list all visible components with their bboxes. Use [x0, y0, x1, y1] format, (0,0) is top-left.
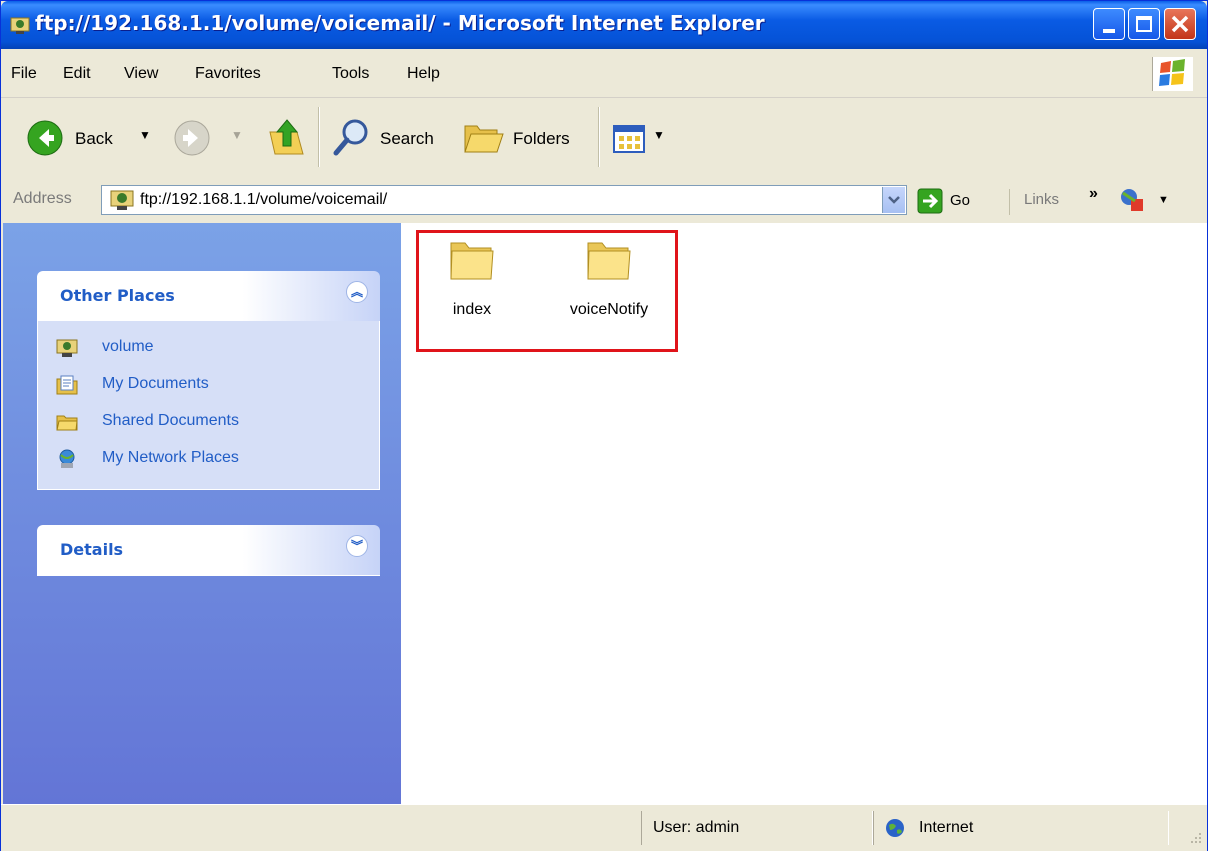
views-dropdown-icon[interactable]: ▼ [653, 128, 665, 142]
chevron-down-icon [888, 196, 900, 204]
toolbar: Back ▼ ▼ Search Folders ▼ [1, 98, 1207, 183]
minimize-icon [1103, 29, 1115, 33]
folder-label[interactable]: voiceNotify [549, 301, 669, 319]
close-button[interactable] [1164, 8, 1196, 40]
back-arrow-icon[interactable] [27, 120, 63, 156]
folder-icon [56, 415, 78, 431]
back-dropdown-icon[interactable]: ▼ [139, 128, 151, 142]
messenger-dropdown-icon[interactable]: ▼ [1158, 194, 1169, 206]
collapse-chevron-icon[interactable]: ︽ [346, 281, 368, 303]
search-button-label[interactable]: Search [380, 129, 434, 149]
internet-globe-icon [886, 819, 904, 837]
close-icon [1171, 15, 1189, 33]
menu-view[interactable]: View [124, 65, 158, 83]
forward-dropdown-icon[interactable]: ▼ [231, 128, 243, 142]
details-header[interactable]: Details ︾ [37, 525, 380, 576]
task-pane: Other Places ︽ volume My Documents Share… [3, 223, 401, 804]
ftp-folder-icon [110, 190, 134, 210]
forward-arrow-icon[interactable] [174, 120, 210, 156]
messenger-icon[interactable] [1119, 187, 1145, 213]
windows-logo [1152, 57, 1193, 91]
status-zone: Internet [919, 819, 974, 836]
go-arrow-icon[interactable] [917, 188, 943, 214]
up-folder-icon[interactable] [267, 116, 307, 158]
place-volume[interactable]: volume [38, 331, 379, 368]
folder-item-index[interactable]: index [412, 237, 532, 319]
windows-flag-icon [1159, 59, 1185, 86]
place-label[interactable]: My Documents [102, 375, 209, 393]
toolbar-separator [598, 107, 600, 167]
other-places-list: volume My Documents Shared Documents My … [37, 321, 380, 490]
network-places-icon [59, 449, 75, 468]
other-places-title: Other Places [60, 286, 175, 305]
title-bar[interactable]: ftp://192.168.1.1/volume/voicemail/ - Mi… [1, 1, 1207, 49]
folders-icon[interactable] [463, 120, 505, 156]
place-label[interactable]: My Network Places [102, 449, 239, 467]
minimize-button[interactable] [1093, 8, 1125, 40]
status-zone-cell [873, 811, 1169, 845]
menu-help[interactable]: Help [407, 65, 440, 83]
details-panel: Details ︾ [37, 525, 380, 576]
go-button-label[interactable]: Go [950, 192, 970, 209]
other-places-header[interactable]: Other Places ︽ [37, 271, 380, 321]
status-user: User: admin [653, 819, 740, 836]
details-title: Details [60, 540, 124, 559]
menu-edit[interactable]: Edit [63, 65, 91, 83]
address-dropdown-button[interactable] [882, 187, 905, 213]
expand-chevron-icon[interactable]: ︾ [346, 535, 368, 557]
ie-window: ftp://192.168.1.1/volume/voicemail/ - Mi… [0, 0, 1208, 851]
menu-tools[interactable]: Tools [332, 65, 369, 83]
links-label[interactable]: Links [1024, 191, 1059, 208]
other-places-panel: Other Places ︽ volume My Documents Share… [37, 271, 380, 490]
place-label[interactable]: volume [102, 338, 154, 356]
address-separator [1009, 189, 1010, 215]
place-label[interactable]: Shared Documents [102, 412, 239, 430]
address-value[interactable]: ftp://192.168.1.1/volume/voicemail/ [140, 191, 387, 209]
links-chevron-icon[interactable]: » [1089, 185, 1098, 203]
search-icon[interactable] [331, 117, 371, 159]
maximize-icon [1136, 16, 1152, 32]
ftp-folder-icon [10, 17, 30, 34]
folder-icon [450, 242, 494, 280]
window-title: ftp://192.168.1.1/volume/voicemail/ - Mi… [35, 11, 765, 35]
folder-icon [587, 242, 631, 280]
menu-file[interactable]: File [11, 65, 37, 83]
place-my-documents[interactable]: My Documents [38, 368, 379, 405]
folder-label[interactable]: index [412, 301, 532, 319]
address-label: Address [13, 190, 72, 207]
folders-button-label[interactable]: Folders [513, 129, 570, 149]
toolbar-separator [318, 107, 320, 167]
menu-favorites[interactable]: Favorites [195, 65, 261, 83]
place-shared-documents[interactable]: Shared Documents [38, 405, 379, 442]
folder-item-voicenotify[interactable]: voiceNotify [549, 237, 669, 319]
address-input[interactable]: ftp://192.168.1.1/volume/voicemail/ [101, 185, 907, 215]
resize-grip-icon[interactable] [1187, 829, 1203, 845]
my-documents-icon [56, 375, 78, 395]
place-my-network-places[interactable]: My Network Places [38, 442, 379, 479]
menu-bar: File Edit View Favorites Tools Help [1, 49, 1207, 98]
ftp-folder-icon [56, 339, 78, 357]
back-button-label[interactable]: Back [75, 129, 113, 149]
maximize-button[interactable] [1128, 8, 1160, 40]
views-icon[interactable] [613, 125, 647, 153]
